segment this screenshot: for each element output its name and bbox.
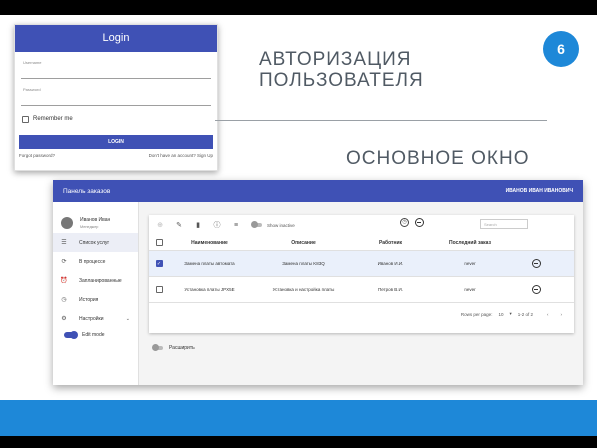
edit-mode-toggle[interactable] xyxy=(64,331,78,339)
sidebar-item-in-progress[interactable]: ⟳ В процессе xyxy=(53,252,138,271)
profile-name: Иванов Иван xyxy=(80,216,111,223)
rows-per-page-label: Rows per page: xyxy=(460,311,493,317)
current-user-name[interactable]: ИВАНОВ ИВАН ИВАНОВИЧ xyxy=(506,188,573,194)
expand-row[interactable]: Расширить xyxy=(149,344,574,351)
table-row[interactable]: ✓ Замена платы автомата Замена платы K83… xyxy=(149,251,574,277)
column-header-worker[interactable]: Работник xyxy=(357,240,424,246)
password-field[interactable]: Password xyxy=(21,84,211,106)
cell-last-order: never xyxy=(464,261,476,266)
forgot-password-link[interactable]: Forgot password? xyxy=(19,153,55,158)
chevron-left-icon[interactable]: ‹ xyxy=(547,312,549,317)
playlist-add-icon[interactable]: ≡ xyxy=(231,222,241,229)
sidebar-item-label: История xyxy=(79,296,99,303)
slide-subtitle: ОСНОВНОЕ ОКНО xyxy=(346,148,530,169)
remove-circle-icon[interactable] xyxy=(415,218,424,227)
sidebar-item-services[interactable]: ☰ Список услуг xyxy=(53,233,138,252)
chevron-right-icon[interactable]: › xyxy=(561,312,563,317)
sidebar-item-label: Настройки xyxy=(79,315,104,322)
bottom-black-bar xyxy=(0,436,597,448)
cell-description: Установка и настройка платы xyxy=(272,287,335,292)
cell-worker: Иванов И.И. xyxy=(377,261,404,266)
cell-name: Замена платы автомата xyxy=(184,261,235,266)
sidebar-item-label: Запланированные xyxy=(79,277,122,284)
column-header-name[interactable]: Наименование xyxy=(169,240,250,246)
alarm-icon: ⏰ xyxy=(60,278,68,284)
expand-label: Расширить xyxy=(169,345,195,351)
search-input[interactable]: Search xyxy=(480,219,528,229)
cell-worker: Петров В.И. xyxy=(377,287,404,292)
slide-title-line2: ПОЛЬЗОВАТЕЛЯ xyxy=(259,70,424,91)
sidebar-item-history[interactable]: ◷ История xyxy=(53,290,138,309)
remember-me-label: Remember me xyxy=(33,116,73,122)
rows-per-page-select[interactable]: 10 xyxy=(498,312,503,317)
username-placeholder: Username xyxy=(23,60,42,65)
sidebar-item-scheduled[interactable]: ⏰ Запланированные xyxy=(53,271,138,290)
orders-table-card: ⊕ ✎ ▮ ⓘ ≡ Show inactive ◷ Search Наимено… xyxy=(149,215,574,333)
top-black-bar xyxy=(0,0,597,15)
show-inactive-label: Show inactive xyxy=(267,222,295,228)
cell-name: Установка платы JPX5E xyxy=(184,287,235,292)
history-icon: ◷ xyxy=(61,297,67,303)
remove-circle-icon[interactable] xyxy=(531,285,541,294)
pagination-range: 1-2 of 2 xyxy=(517,311,533,317)
list-icon: ☰ xyxy=(61,240,67,246)
sign-up-link[interactable]: Don't have an account? Sign Up xyxy=(149,153,213,158)
show-inactive-switch[interactable] xyxy=(251,221,262,228)
table-toolbar: ⊕ ✎ ▮ ⓘ ≡ Show inactive ◷ Search xyxy=(149,215,574,235)
login-header: Login xyxy=(15,25,217,52)
login-button[interactable]: LOGIN xyxy=(19,135,213,149)
sidebar-item-label: Список услуг xyxy=(79,239,110,246)
sync-icon: ⟳ xyxy=(61,259,67,265)
sidebar-item-settings[interactable]: ⚙ Настройки ⌄ xyxy=(53,309,138,328)
profile-role: Менеджер xyxy=(80,224,99,229)
select-all-checkbox[interactable] xyxy=(155,239,163,246)
app-title: Панель заказов xyxy=(63,187,111,195)
login-form-card: Login Username Password Remember me LOGI… xyxy=(14,24,218,171)
delete-icon[interactable]: ▮ xyxy=(193,221,203,229)
slide-title: АВТОРИЗАЦИЯ ПОЛЬЗОВАТЕЛЯ xyxy=(259,49,499,91)
chevron-down-icon[interactable]: ▾ xyxy=(509,311,511,317)
table-row[interactable]: Установка платы JPX5E Установка и настро… xyxy=(149,277,574,303)
remove-circle-icon[interactable] xyxy=(531,259,541,268)
edit-mode-row[interactable]: Edit mode xyxy=(53,328,138,342)
sidebar: Иванов Иван Менеджер ☰ Список услуг ⟳ В … xyxy=(53,202,139,385)
add-icon[interactable]: ⊕ xyxy=(155,221,165,229)
clock-icon[interactable]: ◷ xyxy=(400,218,409,227)
footer-band xyxy=(0,400,597,436)
show-inactive-toggle[interactable]: Show inactive xyxy=(251,221,295,228)
app-header: Панель заказов ИВАНОВ ИВАН ИВАНОВИЧ xyxy=(53,180,583,202)
column-header-description[interactable]: Описание xyxy=(250,240,357,246)
divider-line xyxy=(215,120,547,121)
remember-me-row[interactable]: Remember me xyxy=(22,114,210,124)
edit-mode-label: Edit mode xyxy=(82,332,105,338)
row-checkbox[interactable] xyxy=(155,286,163,293)
avatar xyxy=(61,216,73,229)
user-profile: Иванов Иван Менеджер xyxy=(53,202,138,233)
chevron-down-icon: ⌄ xyxy=(125,315,130,322)
table-header: Наименование Описание Работник Последний… xyxy=(149,235,574,251)
expand-switch[interactable] xyxy=(152,344,163,351)
main-content: ⊕ ✎ ▮ ⓘ ≡ Show inactive ◷ Search Наимено… xyxy=(149,215,574,351)
page-number-badge: 6 xyxy=(543,31,579,67)
cell-last-order: never xyxy=(464,287,476,292)
cell-description: Замена платы K83Q xyxy=(282,261,325,266)
row-checkbox-checked[interactable]: ✓ xyxy=(155,260,163,267)
sidebar-item-label: В процессе xyxy=(79,258,106,265)
info-icon[interactable]: ⓘ xyxy=(212,220,222,230)
slide-title-line1: АВТОРИЗАЦИЯ xyxy=(259,49,412,70)
remember-me-checkbox[interactable] xyxy=(22,115,29,123)
gear-icon: ⚙ xyxy=(61,316,67,322)
password-placeholder: Password xyxy=(23,87,41,92)
username-field[interactable]: Username xyxy=(21,57,211,79)
edit-icon[interactable]: ✎ xyxy=(174,221,184,229)
table-pagination: Rows per page: 10 ▾ 1-2 of 2 ‹ › xyxy=(149,303,574,325)
orders-panel-window: Панель заказов ИВАНОВ ИВАН ИВАНОВИЧ Иван… xyxy=(53,180,583,385)
column-header-last-order[interactable]: Последний заказ xyxy=(424,240,516,246)
